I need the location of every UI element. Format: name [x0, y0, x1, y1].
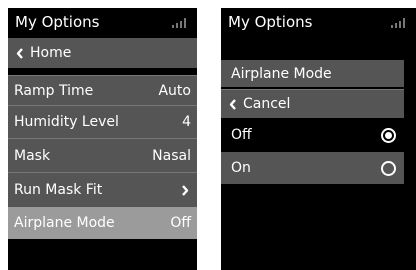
menu-item-humidity-level[interactable]: Humidity Level 4 [8, 105, 197, 138]
chevron-left-icon [229, 98, 236, 110]
signal-strength-icon [391, 18, 405, 28]
cancel-button[interactable]: Cancel [221, 89, 404, 118]
header-label: Airplane Mode [231, 65, 332, 82]
chevron-left-icon [16, 47, 23, 59]
menu-item-value: Off [170, 215, 191, 231]
screen-title: My Options [228, 13, 313, 31]
menu-item-airplane-mode[interactable]: Airplane Mode Off [8, 207, 197, 239]
signal-strength-icon [172, 18, 186, 28]
menu-item-label: Run Mask Fit [14, 182, 103, 198]
menu-item-label: Airplane Mode [14, 215, 115, 231]
cancel-label: Cancel [243, 96, 291, 112]
option-label: On [231, 160, 251, 176]
airplane-mode-header: Airplane Mode [221, 60, 404, 87]
chevron-right-icon [182, 184, 189, 196]
menu-item-value: 4 [182, 114, 191, 130]
menu-item-value: Nasal [152, 147, 191, 164]
home-label: Home [30, 45, 72, 61]
menu-item-label: Humidity Level [14, 114, 119, 130]
option-off[interactable]: Off [221, 118, 404, 152]
airplane-mode-screen: My Options Airplane Mode Cancel Off On [221, 8, 416, 270]
menu-item-label: Ramp Time [14, 82, 94, 99]
status-bar: My Options [8, 8, 197, 36]
my-options-screen: My Options Home Ramp Time Auto Humidity … [8, 8, 197, 270]
option-label: Off [231, 127, 252, 143]
menu-item-run-mask-fit[interactable]: Run Mask Fit [8, 172, 197, 207]
menu-item-value: Auto [158, 82, 191, 99]
option-on[interactable]: On [221, 152, 404, 184]
radio-button-icon[interactable] [381, 127, 396, 143]
radio-button-icon[interactable] [381, 160, 396, 176]
screen-title: My Options [15, 13, 100, 31]
home-back-button[interactable]: Home [8, 38, 197, 68]
status-bar: My Options [221, 8, 416, 36]
menu-item-ramp-time[interactable]: Ramp Time Auto [8, 75, 197, 105]
menu-item-mask[interactable]: Mask Nasal [8, 138, 197, 172]
menu-item-label: Mask [14, 147, 51, 164]
